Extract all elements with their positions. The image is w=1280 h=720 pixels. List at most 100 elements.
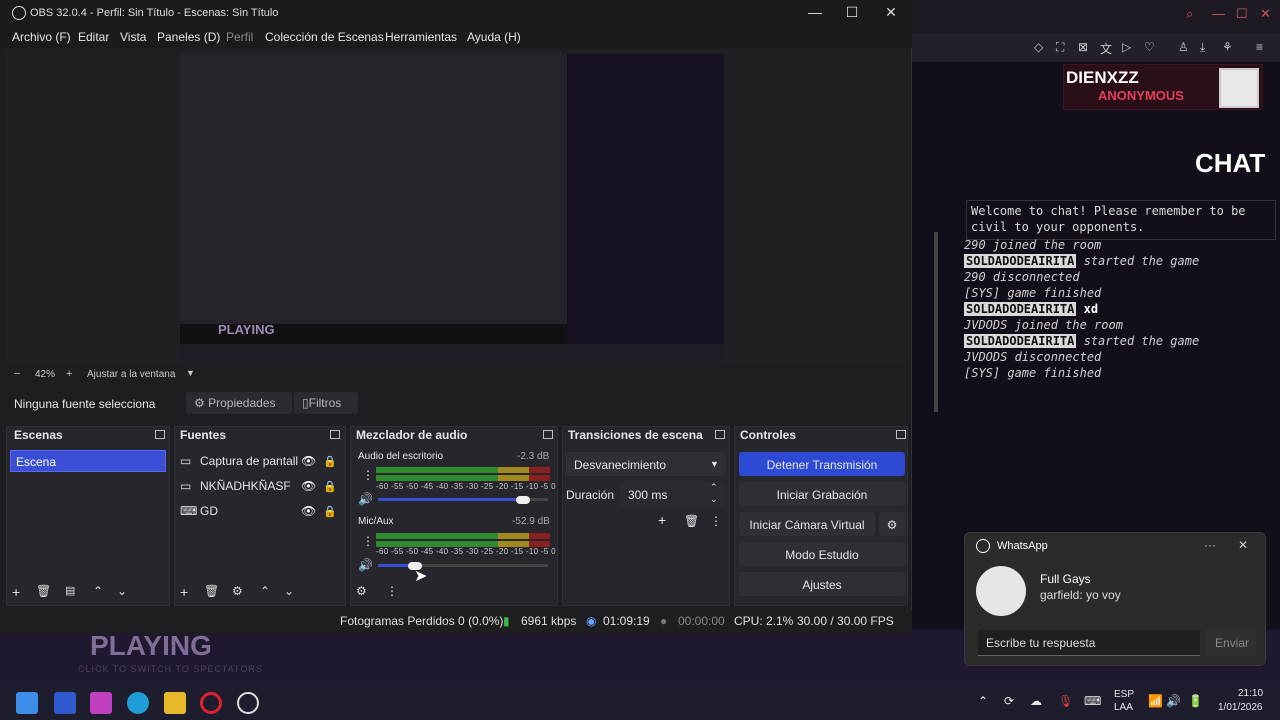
battery-icon[interactable]: 🔋 [1188, 694, 1203, 708]
language-2[interactable]: LAA [1114, 702, 1133, 713]
more-icon[interactable]: ··· [1204, 538, 1216, 552]
source-item[interactable]: Captura de pantall: [200, 454, 298, 468]
menu-archivo[interactable]: Archivo (F) [12, 30, 71, 44]
close-icon[interactable]: ✕ [1260, 6, 1271, 22]
opera-icon[interactable] [200, 692, 222, 714]
kebab-icon[interactable]: ⋮ [362, 468, 374, 482]
minimize-icon[interactable]: — [1212, 6, 1225, 21]
trash-icon[interactable]: 🗑 [684, 514, 699, 528]
edge-icon[interactable] [127, 692, 149, 714]
app-icon[interactable] [54, 692, 76, 714]
gear-icon[interactable]: ⚙ [232, 584, 243, 598]
playing-label[interactable]: PLAYING [90, 630, 212, 662]
minimize-button[interactable]: — [803, 4, 827, 20]
properties-button[interactable]: ⚙ Propiedades [186, 392, 292, 414]
trash-icon[interactable]: 🗑 [36, 584, 51, 598]
popout-icon[interactable] [896, 430, 906, 439]
filters-button[interactable]: ▯Filtros [294, 392, 358, 414]
extension-icon[interactable]: ⛶ [1056, 40, 1064, 55]
play-icon[interactable]: ▷ [1122, 40, 1131, 54]
down-icon[interactable]: ⌄ [284, 584, 294, 598]
add-icon[interactable]: + [12, 584, 20, 600]
virtual-camera-button[interactable]: Iniciar Cámara Virtual [739, 512, 875, 536]
menu-paneles[interactable]: Paneles (D) [157, 30, 220, 44]
windows-start-icon[interactable] [16, 692, 38, 714]
ai-icon[interactable]: ⚘ [1222, 40, 1233, 54]
zoom-fit[interactable]: Ajustar a la ventana [87, 369, 175, 380]
kebab-icon[interactable]: ⋮ [362, 534, 374, 548]
transition-select[interactable]: Desvanecimiento [566, 452, 726, 476]
virtual-camera-settings-button[interactable]: ⚙ [879, 512, 905, 536]
settings-button[interactable]: Ajustes [739, 572, 905, 596]
clock-time[interactable]: 21:10 [1238, 688, 1263, 699]
volume-slider[interactable] [516, 496, 530, 504]
kebab-icon[interactable]: ⋮ [710, 514, 722, 528]
spin-down-icon[interactable]: ⌄ [710, 494, 718, 505]
trash-icon[interactable]: 🗑 [204, 584, 219, 598]
stop-stream-button[interactable]: Detener Transmisión [739, 452, 905, 476]
mic-icon[interactable]: 🎙 [1058, 694, 1073, 708]
clock-date[interactable]: 1/01/2026 [1218, 702, 1263, 713]
volume-icon[interactable]: 🔊 [1166, 694, 1181, 708]
language-1[interactable]: ESP [1114, 689, 1134, 700]
popout-icon[interactable] [543, 430, 553, 439]
maximize-button[interactable]: ☐ [840, 4, 864, 21]
chevron-up-icon[interactable]: ⌃ [978, 694, 988, 708]
menu-ayuda[interactable]: Ayuda (H) [467, 30, 521, 44]
zoom-out-button[interactable]: − [14, 368, 20, 380]
lock-icon[interactable]: 🔒 [323, 480, 337, 493]
zoom-in-button[interactable]: + [66, 368, 72, 380]
kebab-icon[interactable]: ⋮ [386, 584, 398, 598]
menu-icon[interactable]: ≡ [1256, 40, 1263, 54]
add-icon[interactable]: + [658, 512, 666, 528]
folder-icon[interactable] [164, 692, 186, 714]
speaker-icon[interactable]: 🔊 [358, 492, 373, 506]
studio-mode-button[interactable]: Modo Estudio [739, 542, 905, 566]
copilot-icon[interactable] [90, 692, 112, 714]
chevron-down-icon[interactable]: ▼ [186, 368, 195, 378]
reply-input[interactable]: Escribe tu respuesta [978, 630, 1200, 656]
heart-icon[interactable]: ♡ [1144, 40, 1155, 54]
popout-icon[interactable] [715, 430, 725, 439]
speaker-icon[interactable]: 🔊 [358, 558, 373, 572]
maximize-icon[interactable]: ☐ [1236, 6, 1248, 22]
sync-icon[interactable]: ⟳ [1004, 694, 1014, 708]
obs-taskbar-icon[interactable] [237, 692, 259, 714]
source-item[interactable]: NKÑADHKÑASF [200, 479, 291, 493]
close-icon[interactable]: ✕ [1238, 538, 1248, 552]
eye-icon[interactable]: 👁 [301, 504, 316, 518]
popout-icon[interactable] [330, 430, 340, 439]
scrollbar[interactable] [934, 232, 938, 412]
lock-icon[interactable]: 🔒 [323, 455, 337, 468]
menu-herramientas[interactable]: Herramientas [385, 30, 457, 44]
wifi-icon[interactable]: 📶 [1148, 694, 1163, 708]
menu-vista[interactable]: Vista [120, 30, 146, 44]
close-button[interactable]: ✕ [879, 4, 903, 21]
lock-icon[interactable]: 🔒 [323, 505, 337, 518]
menu-perfil[interactable]: Perfil [226, 30, 253, 44]
up-icon[interactable]: ⌃ [260, 584, 270, 598]
add-icon[interactable]: + [180, 584, 188, 600]
start-recording-button[interactable]: Iniciar Grabación [739, 482, 905, 506]
filter-icon[interactable]: ▤ [65, 584, 75, 597]
send-button[interactable]: Enviar [1206, 630, 1256, 656]
popout-icon[interactable] [155, 430, 165, 439]
download-icon[interactable]: ⤓ [1200, 40, 1205, 55]
menu-coleccion[interactable]: Colección de Escenas [265, 30, 384, 44]
up-icon[interactable]: ⌃ [93, 584, 103, 598]
cloud-icon[interactable]: ☁ [1030, 694, 1042, 708]
extension-icon[interactable]: ◇ [1034, 40, 1043, 54]
spin-up-icon[interactable]: ⌃ [710, 482, 718, 493]
source-item[interactable]: GD [200, 504, 218, 518]
profile-icon[interactable]: ♙ [1178, 40, 1189, 54]
menu-editar[interactable]: Editar [78, 30, 109, 44]
gear-icon[interactable]: ⚙ [356, 584, 367, 598]
keyboard-icon[interactable]: ⌨ [1084, 694, 1101, 708]
extension-icon[interactable]: ⊠ [1078, 40, 1088, 54]
search-icon[interactable]: ⌕ [1186, 6, 1193, 22]
eye-icon[interactable]: 👁 [301, 479, 316, 493]
scene-item[interactable]: Escena [10, 450, 166, 472]
eye-icon[interactable]: 👁 [301, 454, 316, 468]
down-icon[interactable]: ⌄ [117, 584, 127, 598]
translate-icon[interactable]: 文 [1100, 40, 1112, 57]
